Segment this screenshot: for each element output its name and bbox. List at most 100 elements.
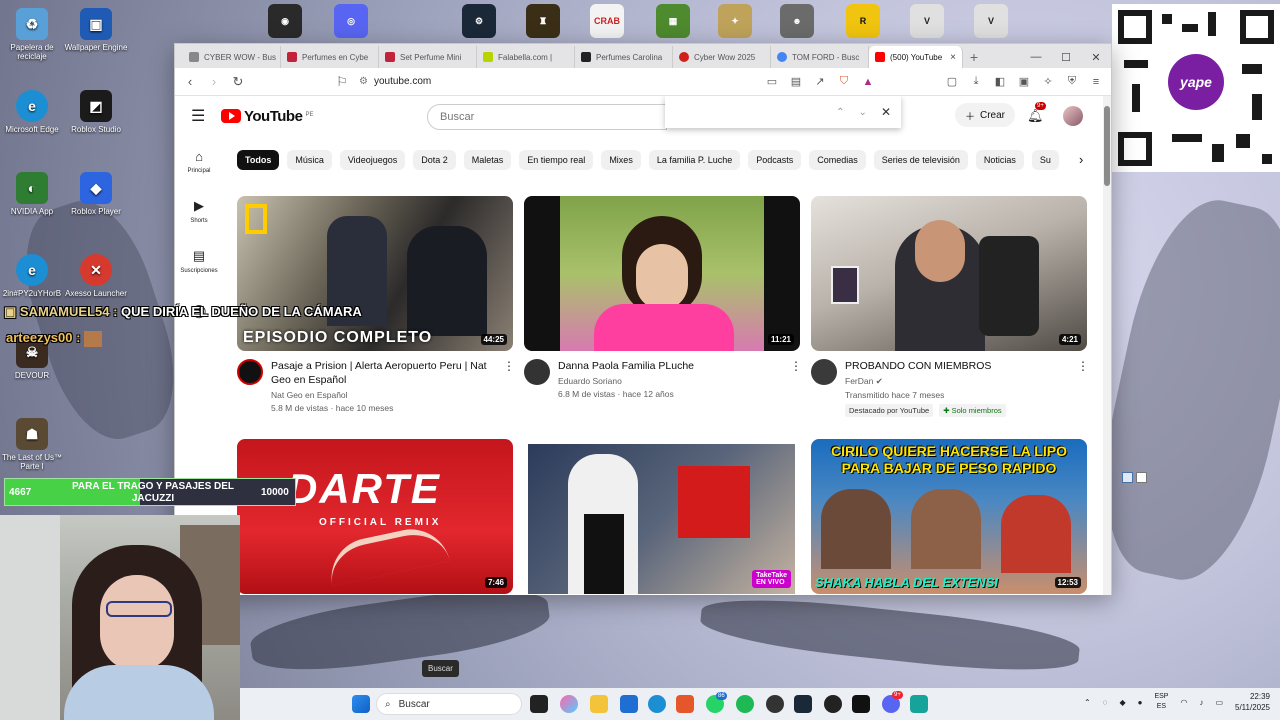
microphone-icon[interactable]: ●	[1138, 698, 1143, 707]
desktop-icon-axesso[interactable]: ✕ Axesso Launcher	[64, 254, 128, 298]
video-card[interactable]: CIRILO QUIERE HACERSE LA LIPO PARA BAJAR…	[811, 439, 1087, 594]
language-indicator[interactable]: ESP ES	[1154, 692, 1168, 712]
task-view-icon[interactable]	[530, 695, 548, 713]
download-icon[interactable]: ⤓	[969, 75, 983, 89]
notifications-button[interactable]: 🔔︎ 9+	[1027, 102, 1046, 124]
video-card[interactable]: TakeTake EN VIVO	[528, 444, 795, 594]
desktop-icon-nvidia[interactable]: ◐ NVIDIA App	[0, 172, 64, 216]
hamburger-menu-icon[interactable]: ☰	[191, 106, 211, 126]
desktop-icon-edge-shortcut[interactable]: e 2in#PY2uYHorB	[0, 254, 64, 298]
browser-tab[interactable]: Perfumes Carolina	[575, 46, 673, 68]
guide-item-home[interactable]: ⌂ Principal	[175, 136, 223, 186]
desktop-icon-wallpaper-engine[interactable]: ▣ Wallpaper Engine	[64, 8, 128, 52]
chip[interactable]: La familia P. Luche	[648, 150, 741, 170]
chip[interactable]: Mixes	[601, 150, 641, 170]
minimize-icon[interactable]: —	[1021, 46, 1051, 68]
chip[interactable]: Comedias	[809, 150, 866, 170]
desktop-icon-roblox-player[interactable]: ◆ Roblox Player	[64, 172, 128, 216]
reader-icon[interactable]: ▤	[789, 75, 803, 89]
video-thumbnail[interactable]: CIRILO QUIERE HACERSE LA LIPO PARA BAJAR…	[811, 439, 1087, 594]
youtube-logo[interactable]: YouTube PE	[221, 108, 313, 125]
find-close-icon[interactable]: ✕	[881, 105, 891, 119]
chip[interactable]: Maletas	[463, 150, 512, 170]
find-previous-icon[interactable]: ⌃	[836, 107, 844, 118]
browser-tab[interactable]: Cyber Wow 2025	[673, 46, 771, 68]
reload-icon[interactable]: ↻	[231, 74, 245, 89]
channel-name[interactable]: Nat Geo en Español	[271, 390, 495, 400]
alien-game-icon[interactable]: ☻	[780, 4, 814, 38]
forward-icon[interactable]: ›	[207, 74, 221, 89]
cast-icon[interactable]: ▭	[765, 75, 779, 89]
obs-icon[interactable]	[824, 695, 842, 713]
browser-tab[interactable]: Set Perfume Mini	[379, 46, 477, 68]
obs-icon[interactable]: ◉	[268, 4, 302, 38]
app-icon[interactable]	[766, 695, 784, 713]
chip[interactable]: Dota 2	[413, 150, 456, 170]
channel-avatar[interactable]	[811, 359, 837, 385]
menu-icon[interactable]: ≡	[1089, 75, 1103, 89]
chip[interactable]: Su	[1031, 150, 1059, 170]
volume-icon[interactable]: ♪	[1199, 698, 1203, 707]
browser-tab[interactable]: Falabella.com |	[477, 46, 575, 68]
vpn-icon[interactable]: ◆	[1119, 698, 1125, 707]
video-thumbnail[interactable]: TakeTake EN VIVO	[528, 444, 795, 594]
clock[interactable]: 22:39 5/11/2025	[1235, 691, 1270, 713]
share-icon[interactable]: ↗	[813, 75, 827, 89]
counter-strike-icon[interactable]: ✦	[718, 4, 752, 38]
minecraft-icon[interactable]: ▦	[656, 4, 690, 38]
game-icon[interactable]: ♜	[526, 4, 560, 38]
channel-name[interactable]: Eduardo Soriano	[558, 376, 782, 386]
file-explorer-icon[interactable]	[590, 695, 608, 713]
brave-shield-icon[interactable]: ⛉	[837, 75, 851, 89]
taskbar-search[interactable]: ⌕ Buscar	[376, 693, 522, 715]
url-field[interactable]: ⚙ youtube.com	[359, 76, 755, 87]
chip[interactable]: Todos	[237, 150, 280, 170]
video-card[interactable]: DARTE OFFICIAL REMIX 7:46	[237, 439, 513, 594]
brave-icon[interactable]	[676, 695, 694, 713]
more-options-icon[interactable]: ⋮	[1077, 359, 1089, 417]
spotify-icon[interactable]	[736, 695, 754, 713]
find-next-icon[interactable]: ⌄	[859, 107, 867, 118]
close-tab-icon[interactable]: ×	[950, 52, 956, 63]
steam-icon[interactable]	[794, 695, 812, 713]
rockstar-icon[interactable]: R	[846, 4, 880, 38]
chip[interactable]: Música	[287, 150, 332, 170]
more-options-icon[interactable]: ⋮	[503, 359, 515, 413]
chevron-up-icon[interactable]: ⌃	[1084, 698, 1091, 707]
copilot-icon[interactable]	[560, 695, 578, 713]
chip[interactable]: Videojuegos	[339, 150, 406, 170]
close-window-icon[interactable]: ✕	[1081, 46, 1111, 68]
video-thumbnail[interactable]: 11:21	[524, 196, 800, 351]
account-avatar[interactable]	[1063, 106, 1083, 126]
desktop-icon-last-of-us[interactable]: ☗ The Last of Us™ Parte I	[0, 418, 64, 471]
battery-icon[interactable]: ▭	[1215, 698, 1223, 707]
terminal-icon[interactable]	[852, 695, 870, 713]
discord-icon[interactable]: ◎	[334, 4, 368, 38]
gta-icon[interactable]: V	[974, 4, 1008, 38]
wallet-icon[interactable]: ▣	[1017, 75, 1031, 89]
gta-icon[interactable]: V	[910, 4, 944, 38]
edge-icon[interactable]	[648, 695, 666, 713]
chip[interactable]: Podcasts	[748, 150, 802, 170]
more-options-icon[interactable]: ⋮	[790, 359, 802, 399]
bookmark-icon[interactable]: ⚐	[335, 74, 349, 89]
leo-icon[interactable]: ✧	[1041, 75, 1055, 89]
sidebar-icon[interactable]: ▢	[945, 75, 959, 89]
desktop-icon-roblox-studio[interactable]: ◩ Roblox Studio	[64, 90, 128, 134]
channel-avatar[interactable]	[237, 359, 263, 385]
crab-game-icon[interactable]: CRAB	[590, 4, 624, 38]
network-icon[interactable]: ◌	[1103, 698, 1108, 707]
panel-icon[interactable]: ◧	[993, 75, 1007, 89]
vpn-icon[interactable]: ⛨	[1065, 75, 1079, 89]
app-icon[interactable]	[910, 695, 928, 713]
chip[interactable]: Noticias	[975, 150, 1024, 170]
steam-icon[interactable]: ⚙	[462, 4, 496, 38]
page-scrollbar[interactable]	[1103, 96, 1111, 595]
video-card[interactable]: 4:21 PROBANDO CON MIEMBROS FerDan ✔ Tran…	[811, 196, 1089, 417]
scrollbar-thumb[interactable]	[1104, 106, 1110, 186]
chevron-right-icon[interactable]: ›	[1079, 152, 1083, 167]
channel-name[interactable]: FerDan ✔	[845, 376, 1069, 387]
guide-item-shorts[interactable]: ▶ Shorts	[175, 186, 223, 236]
list-view-icon[interactable]	[1122, 472, 1133, 483]
video-thumbnail[interactable]: EPISODIO COMPLETO 44:25	[237, 196, 513, 351]
